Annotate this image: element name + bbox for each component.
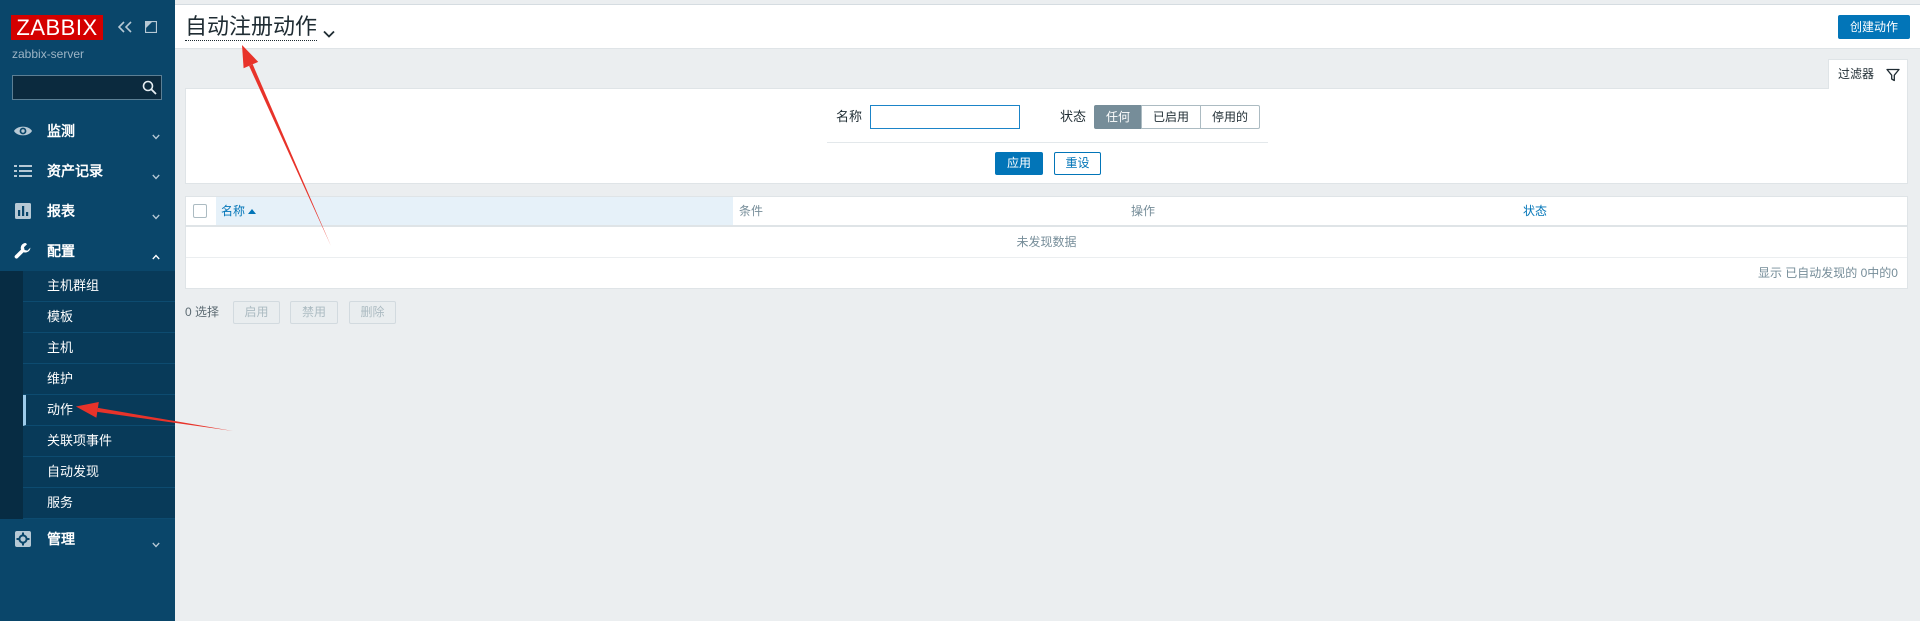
- submenu-item-services[interactable]: 服务: [23, 488, 175, 519]
- table-header: 名称 条件 操作 状态: [186, 197, 1907, 227]
- column-header-name[interactable]: 名称: [221, 197, 257, 225]
- zabbix-logo[interactable]: ZABBIX: [11, 15, 103, 40]
- menu-monitoring[interactable]: 监测: [0, 111, 175, 151]
- list-icon: [13, 162, 33, 180]
- create-action-button[interactable]: 创建动作: [1838, 15, 1910, 39]
- filter-panel: 名称 状态 任何 已启用 停用的 应用 重设: [185, 88, 1908, 184]
- menu-inventory[interactable]: 资产记录: [0, 151, 175, 191]
- selected-count: 0 选择: [185, 305, 220, 319]
- menu-administration[interactable]: 管理: [0, 519, 175, 559]
- menu-reports[interactable]: 报表: [0, 191, 175, 231]
- sidebar: ZABBIX zabbix-server 监测 资产记录 报表 配置 主机群组 …: [0, 0, 175, 621]
- filter-tab-label: 过滤器: [1838, 67, 1875, 81]
- server-name: zabbix-server: [12, 47, 85, 61]
- submenu-item-event-correlation[interactable]: 关联项事件: [23, 426, 175, 457]
- enable-button[interactable]: 启用: [233, 301, 280, 324]
- status-option-any[interactable]: 任何: [1094, 105, 1142, 129]
- chevron-up-icon: [152, 248, 160, 260]
- status-option-enabled[interactable]: 已启用: [1141, 105, 1201, 129]
- empty-table-message: 未发现数据: [186, 227, 1907, 258]
- disable-button[interactable]: 禁用: [290, 301, 338, 324]
- wrench-icon: [13, 242, 33, 260]
- column-header-label: 名称: [221, 204, 246, 218]
- chevron-down-icon: [152, 208, 160, 220]
- column-header-status[interactable]: 状态: [1523, 197, 1547, 225]
- bar-chart-icon: [13, 202, 33, 220]
- menu-label: 报表: [47, 203, 75, 219]
- gear-icon: [13, 530, 33, 548]
- menu-label: 资产记录: [47, 163, 103, 179]
- search-box: [12, 75, 162, 100]
- menu-label: 配置: [47, 243, 75, 259]
- collapse-sidebar-icon[interactable]: [117, 21, 132, 33]
- reset-button[interactable]: 重设: [1054, 152, 1101, 175]
- page-header: 自动注册动作 创建动作: [175, 4, 1920, 49]
- chevron-down-icon: [152, 168, 160, 180]
- column-header-conditions: 条件: [739, 204, 764, 218]
- delete-button[interactable]: 删除: [349, 301, 396, 324]
- select-all-checkbox[interactable]: [193, 204, 207, 218]
- filter-tab[interactable]: 过滤器: [1828, 59, 1908, 89]
- page-title: 自动注册动作: [185, 13, 318, 41]
- actions-table: 名称 条件 操作 状态 未发现数据 显示 已自动发现的 0中的0: [185, 196, 1908, 289]
- sorted-column-highlight: [216, 197, 733, 225]
- menu-label: 监测: [47, 123, 75, 139]
- status-radio-group: 任何 已启用 停用的: [1094, 105, 1260, 129]
- menu-label: 管理: [47, 531, 75, 547]
- name-filter-input[interactable]: [870, 105, 1020, 129]
- filter-divider: [827, 142, 1268, 143]
- status-option-disabled[interactable]: 停用的: [1200, 105, 1260, 129]
- chevron-down-icon: [152, 536, 160, 548]
- sort-asc-icon: [248, 209, 257, 214]
- configuration-submenu: 主机群组 模板 主机 维护 动作 关联项事件 自动发现 服务: [0, 271, 175, 519]
- submenu-item-maintenance[interactable]: 维护: [23, 364, 175, 395]
- search-icon[interactable]: [142, 80, 157, 95]
- submenu-item-templates[interactable]: 模板: [23, 302, 175, 333]
- submenu-item-actions[interactable]: 动作: [23, 395, 175, 426]
- status-filter-label: 状态: [1060, 109, 1087, 124]
- search-input[interactable]: [13, 76, 137, 99]
- submenu-item-host-groups[interactable]: 主机群组: [23, 271, 175, 302]
- apply-button[interactable]: 应用: [995, 152, 1043, 175]
- submenu-item-hosts[interactable]: 主机: [23, 333, 175, 364]
- page-title-dropdown[interactable]: 自动注册动作: [185, 13, 335, 41]
- submenu-item-discovery[interactable]: 自动发现: [23, 457, 175, 488]
- chevron-down-icon: [152, 128, 160, 140]
- chevron-down-icon: [323, 26, 335, 38]
- menu-configuration[interactable]: 配置: [0, 231, 175, 271]
- table-paging-summary: 显示 已自动发现的 0中的0: [1757, 266, 1898, 280]
- column-header-operations: 操作: [1131, 204, 1156, 218]
- kiosk-mode-icon[interactable]: [144, 20, 158, 34]
- name-filter-label: 名称: [836, 109, 863, 124]
- eye-icon: [13, 122, 33, 140]
- funnel-icon: [1886, 68, 1900, 82]
